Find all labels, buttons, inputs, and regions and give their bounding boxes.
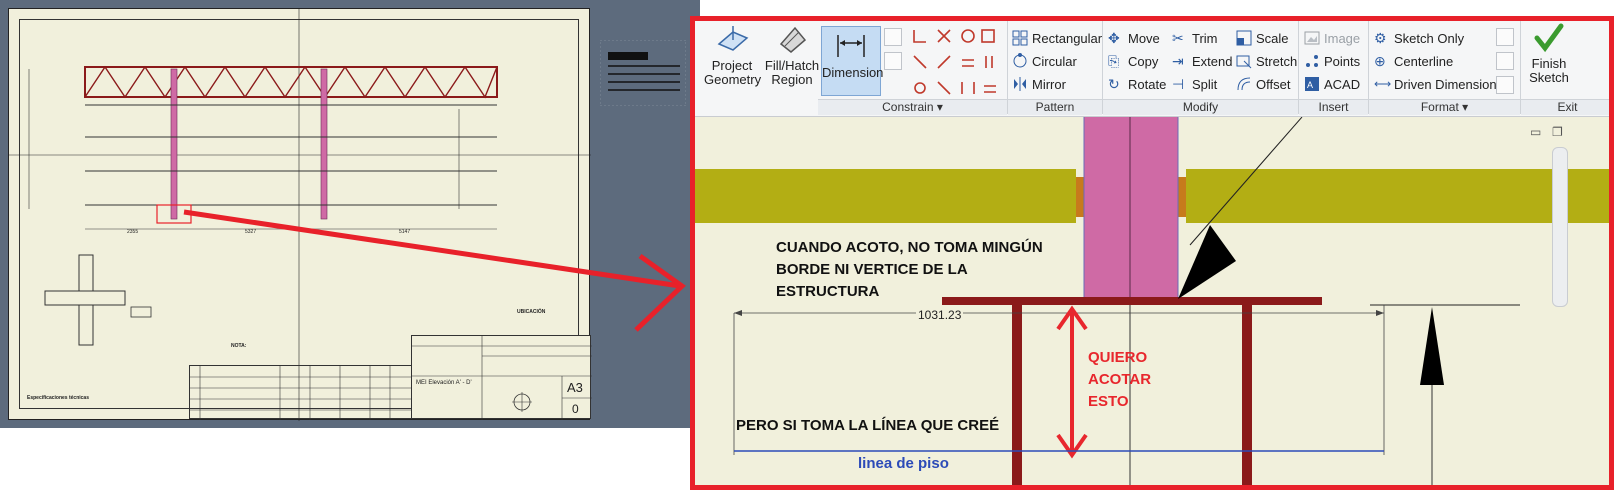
offset-button[interactable]: Offset [1236, 76, 1290, 92]
exit-group-label: Exit [1521, 99, 1614, 115]
fill-hatch-icon [779, 26, 807, 53]
dimension-value[interactable]: 1031.23 [916, 308, 964, 322]
offset-label: Offset [1256, 76, 1291, 92]
mirror-label: Mirror [1032, 76, 1066, 92]
modify-group-label: Modify [1103, 99, 1298, 115]
extend-icon: ⇥ [1172, 53, 1184, 69]
format-group-label[interactable]: Format ▾ [1369, 99, 1520, 115]
checkmark-icon [1534, 23, 1564, 53]
show-format-icon[interactable] [1496, 76, 1514, 94]
copy-button[interactable]: ⎘ Copy [1108, 53, 1158, 69]
acad-icon: A [1305, 77, 1319, 91]
points-icon [1306, 55, 1318, 67]
trim-button[interactable]: ✂ Trim [1172, 30, 1218, 46]
move-icon: ✥ [1108, 30, 1120, 46]
red-callout-arrow [183, 209, 686, 332]
insert-group-label: Insert [1299, 99, 1368, 115]
mirror-button[interactable]: Mirror [1012, 76, 1066, 92]
auto-dimension-icon[interactable] [884, 28, 902, 46]
scale-label: Scale [1256, 30, 1289, 46]
sketch-only-label: Sketch Only [1394, 30, 1465, 46]
move-label: Move [1128, 30, 1160, 46]
circular-label: Circular [1032, 53, 1077, 69]
fill-hatch-region-button[interactable]: Fill/Hatch Region [760, 24, 824, 87]
annotation-no-snap: CUANDO ACOTO, NO TOMA MINGÚN BORDE NI VE… [776, 239, 1043, 300]
stretch-label: Stretch [1256, 53, 1298, 69]
pattern-group-label: Pattern [1008, 99, 1102, 115]
finish-sketch-button[interactable]: Finish Sketch [1524, 22, 1574, 85]
restore-icon[interactable]: ❐ [1552, 125, 1563, 139]
circular-pattern-button[interactable]: Circular [1012, 53, 1077, 69]
copy-label: Copy [1128, 53, 1159, 69]
sketch-only-icon: ⚙ [1374, 30, 1387, 46]
dimension-icon [837, 35, 865, 57]
offset-icon [1237, 77, 1251, 91]
trim-icon: ✂ [1172, 30, 1184, 46]
centerline-button[interactable]: ⊕ Centerline [1374, 53, 1453, 69]
trim-label: Trim [1192, 30, 1218, 46]
project-geometry-button[interactable]: Project Geometry [704, 24, 762, 87]
copy-icon: ⎘ [1108, 53, 1120, 69]
image-label: Image [1324, 30, 1361, 46]
split-button[interactable]: ⊣ Split [1172, 76, 1217, 92]
constrain-group-label[interactable]: Constrain ▾ [818, 99, 1007, 115]
driven-dimension-button[interactable]: ⟷ Driven Dimension [1374, 76, 1497, 92]
rotate-label: Rotate [1128, 76, 1167, 92]
stretch-icon [1236, 55, 1252, 69]
rotate-icon: ↻ [1108, 76, 1120, 92]
move-button[interactable]: ✥ Move [1108, 30, 1160, 46]
finish-sketch-label: Finish Sketch [1529, 56, 1569, 85]
acad-button[interactable]: A ACAD [1304, 76, 1360, 92]
sketch-only-button[interactable]: ⚙ Sketch Only [1374, 30, 1464, 46]
scale-icon [1236, 30, 1252, 46]
annotation-want-dimension: QUIERO ACOTAR ESTO [1088, 349, 1152, 410]
rotate-button[interactable]: ↻ Rotate [1108, 76, 1166, 92]
extend-button[interactable]: ⇥ Extend [1172, 53, 1232, 69]
dimension-button[interactable]: Dimension [821, 26, 884, 96]
circular-pattern-icon [1013, 53, 1027, 68]
image-icon [1304, 31, 1320, 45]
points-label: Points [1324, 53, 1361, 69]
dimension-label: Dimension [822, 65, 884, 80]
rectangular-label: Rectangular [1032, 30, 1103, 46]
image-button[interactable]: Image [1304, 30, 1360, 46]
driven-dimension-icon: ⟷ [1374, 77, 1392, 91]
minimize-icon[interactable]: ▭ [1530, 125, 1541, 139]
sketch-window: Project Geometry Fill/Hatch Region Dimen… [690, 16, 1614, 490]
fill-hatch-label: Fill/Hatch Region [764, 58, 820, 87]
stretch-button[interactable]: Stretch [1236, 53, 1297, 69]
project-geometry-label: Project Geometry [704, 58, 762, 87]
sketch-canvas[interactable]: 1031.23 CUANDO ACOTO, NO TOMA MINGÚN BOR… [690, 117, 1614, 490]
navigation-bar[interactable] [1552, 147, 1568, 307]
rectangular-pattern-icon [1012, 30, 1028, 46]
annotation-line-works: PERO SI TOMA LA LÍNEA QUE CREÉ [736, 417, 1000, 434]
svg-text:A: A [1307, 80, 1313, 90]
centerline-label: Centerline [1394, 53, 1454, 69]
center-point-icon[interactable] [1496, 52, 1514, 70]
acad-label: ACAD [1324, 76, 1361, 92]
constraint-settings-icon[interactable] [884, 52, 902, 70]
scale-button[interactable]: Scale [1236, 30, 1289, 46]
construction-icon[interactable] [1496, 28, 1514, 46]
split-icon: ⊣ [1172, 76, 1185, 92]
sketch-ribbon: Project Geometry Fill/Hatch Region Dimen… [690, 16, 1614, 117]
driven-dimension-label: Driven Dimension [1394, 76, 1497, 92]
extend-label: Extend [1192, 53, 1233, 69]
mirror-icon [1014, 77, 1026, 91]
project-geometry-icon [717, 26, 749, 51]
centerline-icon: ⊕ [1374, 53, 1386, 69]
points-button[interactable]: Points [1304, 53, 1360, 69]
constraint-icons-grid[interactable] [910, 26, 1006, 96]
split-label: Split [1192, 76, 1218, 92]
floor-line-label: linea de piso [858, 455, 949, 472]
rectangular-pattern-button[interactable]: Rectangular [1012, 30, 1102, 46]
